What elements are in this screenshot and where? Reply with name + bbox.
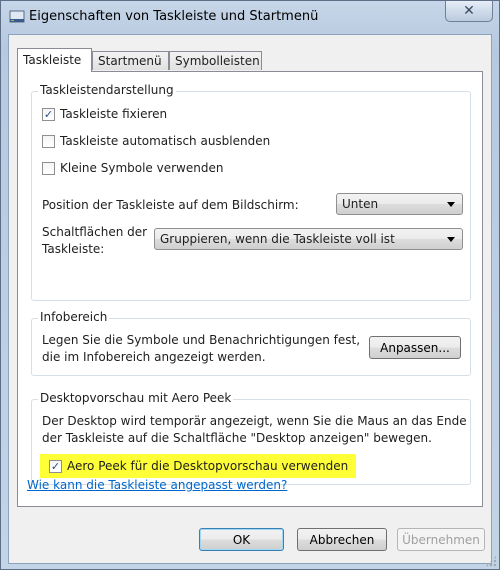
taskbar-buttons-label-line1: Schaltflächen der <box>42 225 148 239</box>
ok-button[interactable]: OK <box>199 528 284 551</box>
apply-button[interactable]: Übernehmen <box>397 528 485 551</box>
aero-peek-label: Aero Peek für die Desktopvorschau verwen… <box>67 459 349 473</box>
checkbox-unchecked-icon[interactable] <box>42 134 55 148</box>
aero-peek-checkbox[interactable]: ✓ Aero Peek für die Desktopvorschau verw… <box>49 459 348 473</box>
aero-peek-title: Desktopvorschau mit Aero Peek <box>38 391 234 405</box>
aero-peek-text-line2: der Taskleiste auf die Schaltfläche "Des… <box>42 431 432 445</box>
taskbar-buttons-dropdown[interactable]: Gruppieren, wenn die Taskleiste voll ist <box>154 228 463 250</box>
checkbox-checked-icon[interactable]: ✓ <box>49 459 62 473</box>
tab-panel-taskleiste: Taskleistendarstellung ✓ Taskleiste fixi… <box>17 71 483 507</box>
tab-startmenue[interactable]: Startmenü <box>92 51 169 70</box>
taskbar-position-dropdown[interactable]: Unten <box>336 193 463 215</box>
aero-peek-text-line1: Der Desktop wird temporär angezeigt, wen… <box>42 414 467 428</box>
notification-area-text-line1: Legen Sie die Symbole und Benachrichtigu… <box>42 333 361 347</box>
cancel-button[interactable]: Abbrechen <box>297 528 387 551</box>
taskbar-buttons-value: Gruppieren, wenn die Taskleiste voll ist <box>160 232 395 246</box>
close-icon: ✕ <box>463 3 475 19</box>
appearance-group: Taskleistendarstellung ✓ Taskleiste fixi… <box>31 83 471 301</box>
taskbar-buttons-label-line2: Taskleiste: <box>42 242 105 256</box>
checkbox-checked-icon[interactable]: ✓ <box>42 107 55 121</box>
window-title: Eigenschaften von Taskleiste und Startme… <box>29 9 319 24</box>
chevron-down-icon <box>447 237 455 242</box>
dialog-window: Eigenschaften von Taskleiste und Startme… <box>0 0 500 570</box>
tab-taskleiste[interactable]: Taskleiste <box>17 48 92 72</box>
notification-area-title: Infobereich <box>38 310 110 324</box>
taskbar-properties-icon <box>9 9 25 25</box>
dialog-client-area: Taskleiste Startmenü Symbolleisten Taskl… <box>8 34 492 564</box>
title-bar[interactable]: Eigenschaften von Taskleiste und Startme… <box>1 1 499 35</box>
taskbar-position-label: Position der Taskleiste auf dem Bildschi… <box>42 198 299 212</box>
checkbox-unchecked-icon[interactable] <box>42 161 55 175</box>
notification-area-text-line2: die im Infobereich angezeigt werden. <box>42 350 266 364</box>
lock-taskbar-label: Taskleiste fixieren <box>60 107 168 121</box>
small-icons-label: Kleine Symbole verwenden <box>60 161 224 175</box>
autohide-taskbar-checkbox[interactable]: Taskleiste automatisch ausblenden <box>42 134 270 148</box>
tab-symbolleisten[interactable]: Symbolleisten <box>169 51 262 70</box>
small-icons-checkbox[interactable]: Kleine Symbole verwenden <box>42 161 223 175</box>
notification-area-group: Infobereich Legen Sie die Symbole und Be… <box>31 310 471 376</box>
autohide-taskbar-label: Taskleiste automatisch ausblenden <box>60 134 271 148</box>
lock-taskbar-checkbox[interactable]: ✓ Taskleiste fixieren <box>42 107 167 121</box>
customize-button[interactable]: Anpassen... <box>369 336 461 359</box>
chevron-down-icon <box>447 202 455 207</box>
close-button[interactable]: ✕ <box>445 1 493 22</box>
taskbar-position-value: Unten <box>342 197 379 211</box>
appearance-group-title: Taskleistendarstellung <box>38 83 176 97</box>
help-link[interactable]: Wie kann die Taskleiste angepasst werden… <box>27 478 287 492</box>
